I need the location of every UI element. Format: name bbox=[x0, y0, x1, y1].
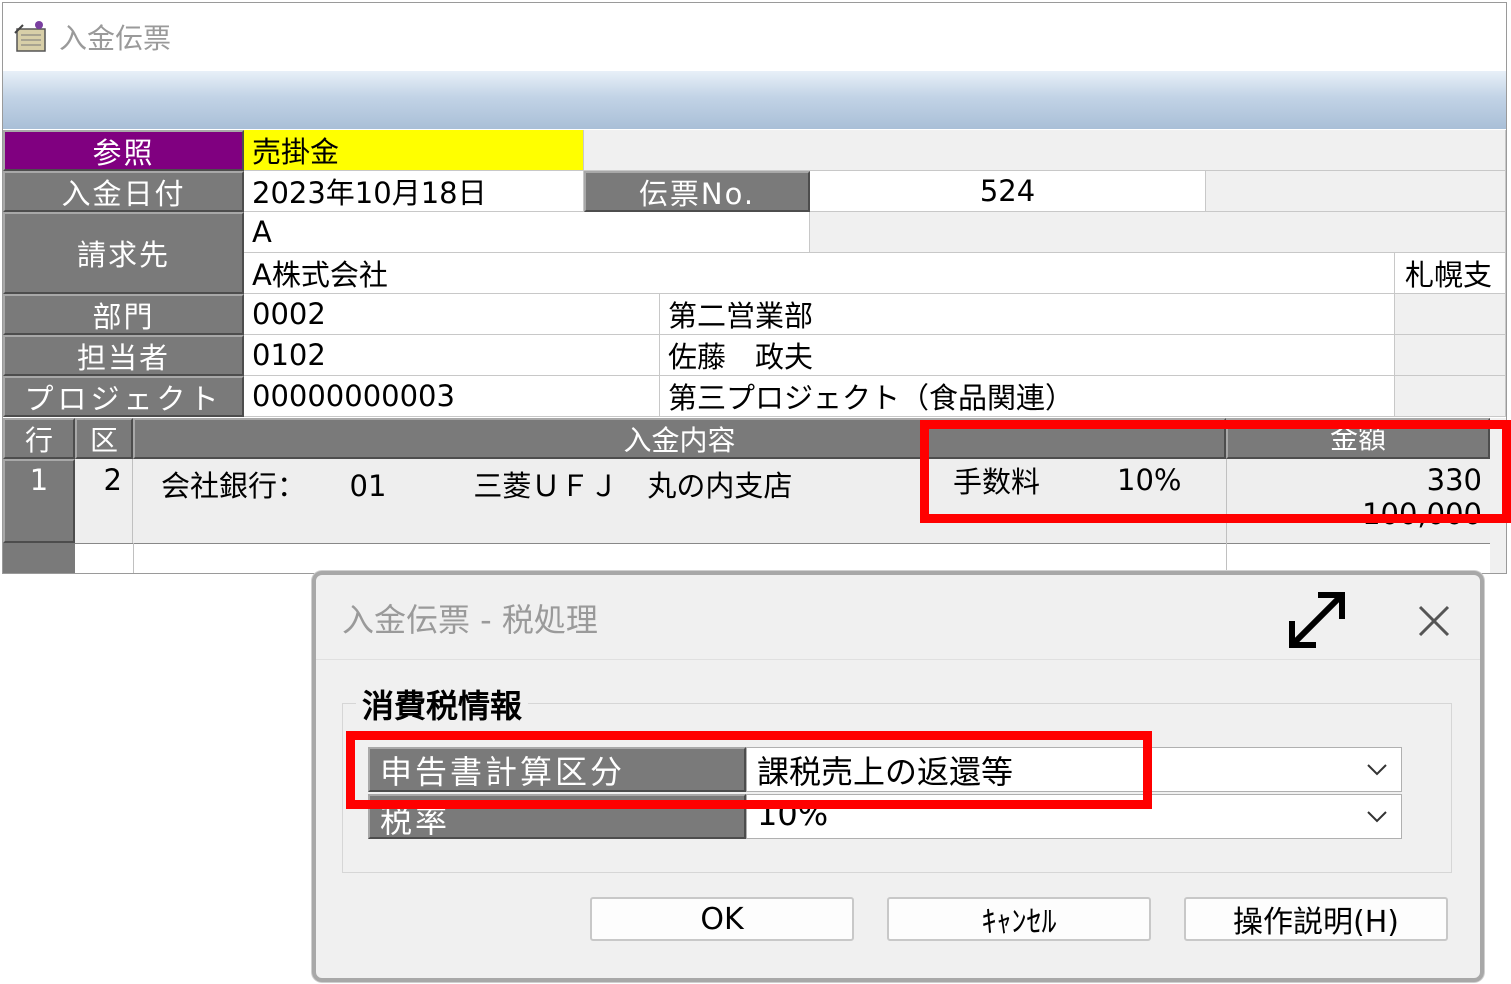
reference-value[interactable]: 売掛金 bbox=[244, 130, 584, 171]
project-label: プロジェクト bbox=[3, 376, 244, 417]
window-title: 入金伝票 bbox=[59, 22, 172, 55]
help-button[interactable]: 操作説明(H) bbox=[1184, 897, 1448, 941]
cancel-button[interactable]: ｷｬﾝｾﾙ bbox=[887, 897, 1151, 941]
ok-button[interactable]: OK bbox=[590, 897, 854, 941]
grid-row-number: 1 bbox=[29, 463, 49, 497]
project-blank bbox=[1395, 376, 1506, 417]
toolbar-band bbox=[3, 71, 1506, 129]
staff-code-field[interactable]: 0102 bbox=[244, 335, 660, 376]
slip-no-field[interactable]: 524 bbox=[810, 171, 1206, 212]
expand-icon[interactable] bbox=[1284, 587, 1350, 653]
slip-no-label: 伝票No. bbox=[584, 171, 810, 212]
app-notebook-icon bbox=[14, 21, 46, 52]
grid-header-row: 行 bbox=[3, 418, 75, 459]
tax-info-group-title: 消費税情報 bbox=[356, 681, 529, 727]
project-code-field[interactable]: 00000000003 bbox=[244, 376, 660, 417]
billing-code-blank bbox=[810, 212, 1506, 253]
highlight-report-calc-box bbox=[346, 731, 1152, 809]
chevron-down-icon[interactable] bbox=[1353, 748, 1401, 791]
grid-kubun-cell[interactable]: 2 bbox=[75, 459, 133, 543]
staff-label: 担当者 bbox=[3, 335, 244, 376]
close-icon[interactable] bbox=[1414, 601, 1454, 641]
reference-blank bbox=[584, 130, 1506, 171]
grid-row2-selector[interactable] bbox=[3, 543, 75, 573]
billing-label: 請求先 bbox=[3, 212, 244, 294]
dept-label: 部門 bbox=[3, 294, 244, 335]
staff-name-field: 佐藤 政夫 bbox=[660, 335, 1395, 376]
grid-row2[interactable] bbox=[75, 543, 1490, 573]
dept-blank bbox=[1395, 294, 1506, 335]
dept-code-field[interactable]: 0002 bbox=[244, 294, 660, 335]
project-name-field: 第三プロジェクト（食品関連） bbox=[660, 376, 1395, 417]
billing-code-field[interactable]: A bbox=[244, 212, 810, 253]
slip-no-blank bbox=[1206, 171, 1506, 212]
dialog-title-divider bbox=[316, 659, 1480, 660]
billing-name-field[interactable]: A株式会社 bbox=[244, 253, 1395, 294]
dialog-title: 入金伝票 - 税処理 bbox=[342, 601, 598, 639]
date-field[interactable]: 2023年10月18日 bbox=[244, 171, 584, 212]
billing-branch-field[interactable]: 札幌支 bbox=[1395, 253, 1506, 294]
grid-row2-divider2 bbox=[1226, 543, 1227, 573]
chevron-down-icon[interactable] bbox=[1353, 795, 1401, 838]
grid-row2-divider bbox=[133, 543, 134, 573]
highlight-fee-box bbox=[920, 420, 1511, 523]
date-label: 入金日付 bbox=[3, 171, 244, 212]
dept-name-field: 第二営業部 bbox=[660, 294, 1395, 335]
staff-blank bbox=[1395, 335, 1506, 376]
title-bar: 入金伝票 bbox=[3, 3, 1506, 71]
reference-label: 参照 bbox=[3, 130, 244, 171]
grid-header-kubun: 区 bbox=[75, 418, 133, 459]
